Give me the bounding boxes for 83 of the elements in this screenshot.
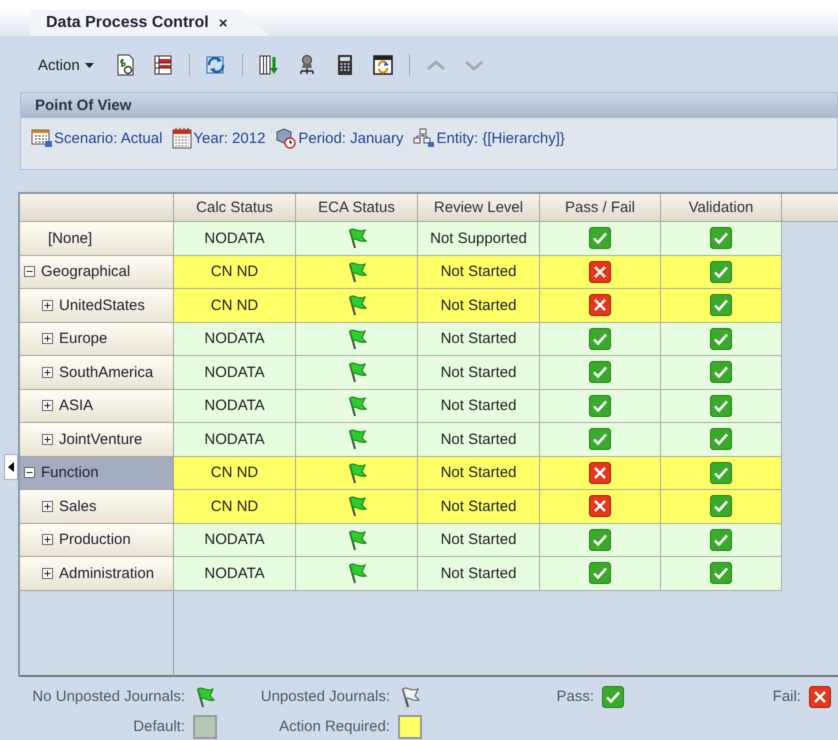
column-header[interactable]: Calc Status — [174, 194, 296, 222]
pov-member-link[interactable]: Period: January — [275, 127, 404, 149]
expand-icon[interactable] — [42, 534, 53, 546]
expand-icon[interactable] — [42, 500, 53, 512]
pov-member-link[interactable]: Scenario: Actual — [31, 127, 162, 149]
row-header[interactable]: Geographical — [20, 256, 174, 289]
entity-name: ASIA — [59, 397, 94, 414]
close-button[interactable]: × — [216, 14, 230, 32]
calendar-icon — [172, 127, 192, 149]
table-cell: CN ND — [174, 456, 296, 490]
entity-name: JointVenture — [59, 430, 142, 448]
expand-icon[interactable] — [42, 400, 53, 412]
row-header[interactable]: Sales — [20, 490, 174, 524]
tab[interactable]: Data Process Control × — [30, 10, 270, 36]
row-header[interactable]: SouthAmerica — [20, 356, 174, 390]
entity-name: Production — [59, 531, 131, 548]
grid-icon — [31, 128, 53, 148]
table-cell: Not Started — [418, 456, 540, 490]
table-cell: NODATA — [174, 222, 296, 256]
tab-title: Data Process Control — [46, 14, 209, 32]
entity-name: [None] — [48, 230, 92, 247]
column-header[interactable]: Pass / Fail — [540, 194, 661, 222]
table-cell: Not Supported — [418, 222, 540, 256]
legend-label: Default: — [133, 718, 185, 735]
pov-member-link[interactable]: Year: 2012 — [172, 127, 266, 149]
expand-icon[interactable] — [42, 568, 53, 579]
cross-icon — [809, 686, 831, 708]
entity-name: SouthAmerica — [59, 364, 154, 381]
expand-icon[interactable] — [42, 434, 53, 445]
row-header[interactable]: JointVenture — [20, 423, 174, 456]
action-menu[interactable]: Action — [38, 56, 94, 74]
pov-member-link[interactable]: Entity: {[Hierarchy]} — [413, 127, 565, 149]
table-cell: NODATA — [174, 524, 296, 557]
column-header[interactable]: Validation — [661, 194, 782, 222]
column-header[interactable]: Review Level — [418, 194, 540, 222]
table-cell: NODATA — [174, 356, 296, 390]
table-cell: Not Started — [418, 490, 540, 524]
column-header — [782, 194, 838, 222]
entity-name: UnitedStates — [59, 296, 145, 314]
hierarchy-icon — [413, 128, 436, 148]
expand-icon[interactable] — [42, 333, 53, 344]
expand-icon[interactable] — [42, 366, 53, 378]
table-cell: Not Started — [418, 423, 540, 456]
legend-label: No Unposted Journals: — [32, 688, 185, 705]
row-header[interactable]: Production — [20, 524, 174, 557]
row-header[interactable]: Function — [20, 456, 174, 490]
legend-label: Pass: — [556, 688, 594, 705]
entity-name: Administration — [59, 564, 154, 582]
row-header[interactable]: ASIA — [20, 390, 174, 423]
table-cell: CN ND — [174, 289, 296, 322]
entity-name: Sales — [59, 498, 97, 515]
row-header[interactable]: Europe — [20, 322, 174, 356]
row-header[interactable]: [None] — [20, 222, 174, 256]
table-cell: NODATA — [174, 557, 296, 590]
row-header[interactable]: UnitedStates — [20, 289, 174, 322]
row-header[interactable]: Administration — [20, 557, 174, 590]
legend-label: Fail: — [772, 688, 801, 705]
table-cell: Not Started — [418, 256, 540, 289]
legend-label: Action Required: — [279, 718, 390, 735]
table-cell: NODATA — [174, 322, 296, 356]
table-cell: Not Started — [418, 356, 540, 390]
table-cell: Not Started — [418, 322, 540, 356]
entity-name: Europe — [59, 330, 108, 348]
column-header[interactable]: ECA Status — [296, 194, 418, 222]
table-cell: Not Started — [418, 524, 540, 557]
expand-icon[interactable] — [42, 300, 53, 311]
table-cell: CN ND — [174, 256, 296, 289]
entity-name: Geographical — [41, 263, 130, 280]
table-cell: CN ND — [174, 490, 296, 524]
table-cell: NODATA — [174, 423, 296, 456]
table-cell: NODATA — [174, 390, 296, 423]
cube-clock-icon — [275, 127, 298, 149]
check-icon — [602, 686, 624, 708]
caret-icon — [84, 62, 94, 68]
collapse-handle[interactable] — [4, 454, 18, 480]
collapse-icon[interactable] — [24, 266, 35, 278]
collapse-icon[interactable] — [24, 467, 35, 478]
table-cell: Not Started — [418, 390, 540, 423]
table-cell: Not Started — [418, 289, 540, 322]
pov-header: Point Of View — [21, 93, 837, 118]
entity-name: Function — [41, 464, 99, 482]
table-cell: Not Started — [418, 557, 540, 590]
legend-label: Unposted Journals: — [260, 688, 390, 705]
